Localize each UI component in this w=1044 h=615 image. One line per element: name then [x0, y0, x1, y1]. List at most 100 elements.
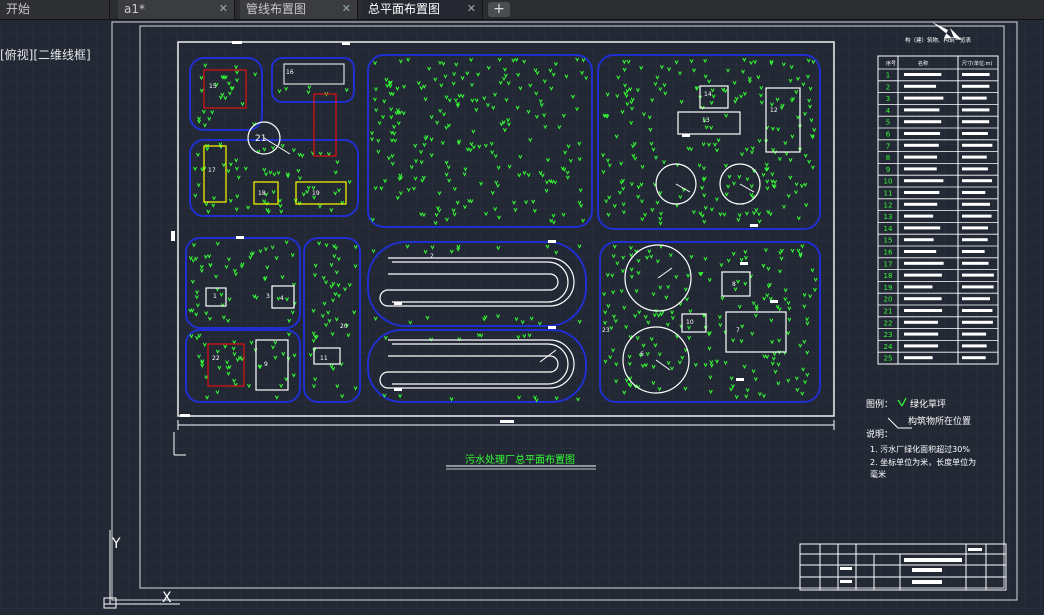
- tab-pipeline-layout[interactable]: 管线布置图 ✕: [240, 0, 358, 19]
- table-cell-text: [962, 238, 988, 242]
- table-cell-text: [962, 132, 988, 135]
- tag: [682, 134, 690, 137]
- table-cell-text: [962, 214, 992, 218]
- table-cell-text: [904, 214, 934, 218]
- plus-icon: +: [493, 1, 505, 17]
- note-line: 毫米: [870, 469, 886, 479]
- tag: [736, 378, 744, 381]
- tab-start-label: 开始: [6, 2, 31, 16]
- table-cell-text: [904, 143, 939, 147]
- table-row-number: 6: [886, 131, 891, 139]
- note-line: 2. 坐标单位为米，长度单位为: [870, 457, 976, 467]
- legend-heading: 图例：: [866, 398, 893, 410]
- table-cell-text: [962, 261, 989, 265]
- table-row-number: 14: [884, 225, 893, 233]
- table-cell-text: [904, 202, 938, 206]
- table-row-number: 12: [884, 201, 893, 209]
- table-cell-text: [904, 285, 933, 289]
- table-cell-text: [904, 226, 941, 230]
- tab-start[interactable]: 开始: [0, 0, 110, 19]
- label-15: 15: [209, 83, 217, 90]
- label-23: 23: [602, 327, 610, 334]
- table-cell-text: [904, 167, 937, 171]
- table-cell-text: [962, 344, 987, 348]
- table-cell-text: [962, 143, 993, 147]
- table-cell-text: [904, 155, 938, 159]
- tag: [180, 414, 190, 417]
- table-header: 构（建）筑物、构筑一览表: [905, 36, 972, 44]
- label-18: 18: [258, 190, 266, 197]
- table-cell-text: [962, 273, 994, 277]
- tag: [232, 41, 242, 44]
- tab-site-plan-label: 总平面布置图: [368, 2, 441, 16]
- tb-text: [968, 548, 982, 551]
- table-row-number: 3: [886, 95, 890, 103]
- table-cell-text: [962, 84, 990, 88]
- table-cell-text: [904, 179, 944, 183]
- table-row-number: 17: [884, 260, 893, 268]
- table-cell-text: [904, 108, 940, 112]
- ucs-y-label: Y: [111, 536, 121, 552]
- table-row-number: 15: [884, 237, 893, 245]
- table-cell-text: [962, 297, 991, 301]
- table-row-number: 19: [884, 284, 893, 292]
- label-9: 9: [264, 361, 268, 368]
- table-cell-text: [962, 202, 990, 206]
- table-row-number: 22: [884, 319, 893, 327]
- table-row-number: 24: [884, 343, 893, 351]
- table-cell-text: [904, 344, 939, 348]
- table-row-number: 13: [884, 213, 893, 221]
- table-col-header: 名称: [918, 60, 928, 67]
- tab-a1[interactable]: a1* ✕: [118, 0, 235, 19]
- table-row-number: 8: [886, 154, 890, 162]
- table-col-header: 尺寸(单位:m): [962, 60, 993, 67]
- table-row-number: 4: [886, 107, 891, 115]
- legend-building-label: 构筑物所在位置: [908, 415, 971, 427]
- label-14: 14: [704, 91, 712, 98]
- tag: [548, 240, 556, 243]
- table-cell-text: [904, 238, 934, 242]
- drawing-canvas[interactable]: 15 16 21 17 18 19 20 14 13 12 1 3 8 4 2 …: [0, 20, 1044, 611]
- table-row-number: 16: [884, 249, 893, 257]
- label-12: 12: [770, 107, 778, 114]
- notes-heading: 说明：: [866, 428, 893, 440]
- table-cell-text: [904, 273, 942, 277]
- table-cell-text: [904, 73, 942, 76]
- table-row-number: 10: [884, 178, 893, 186]
- tb-text: [840, 580, 852, 583]
- table-cell-text: [962, 108, 990, 112]
- close-icon[interactable]: ✕: [342, 0, 351, 18]
- tb-text: [912, 580, 942, 584]
- close-icon[interactable]: ✕: [219, 0, 228, 18]
- viewport-control-label[interactable]: [俯视][二维线框]: [0, 46, 91, 63]
- legend-green-label: 绿化草坪: [910, 398, 946, 410]
- table-cell-text: [962, 167, 988, 171]
- tab-site-plan[interactable]: 总平面布置图 ✕: [362, 0, 483, 19]
- tab-a1-label: a1*: [124, 2, 145, 16]
- table-row-number: 2: [886, 83, 890, 91]
- label-4: 4: [280, 295, 284, 302]
- table-row-number: 7: [886, 142, 890, 150]
- drawing-svg: 15 16 21 17 18 19 20 14 13 12 1 3 8 4 2 …: [0, 20, 1044, 611]
- tb-text: [912, 568, 942, 572]
- note-line: 1. 污水厂绿化面积超过30%: [870, 444, 970, 454]
- table-cell-text: [904, 261, 944, 265]
- table-row-number: 25: [884, 355, 893, 363]
- label-21: 21: [255, 134, 266, 144]
- table-row-number: 1: [886, 72, 890, 80]
- tab-bar: 开始 a1* ✕ 管线布置图 ✕ 总平面布置图 ✕ +: [0, 0, 1044, 20]
- table-row-number: 9: [886, 166, 890, 174]
- table-cell-text: [904, 96, 944, 100]
- label-16: 16: [286, 69, 294, 76]
- ucs-x-label: X: [162, 590, 172, 606]
- tag: [171, 231, 175, 241]
- table-row-number: 20: [884, 296, 893, 304]
- table-cell-text: [904, 332, 939, 336]
- table-row-number: 18: [884, 272, 893, 280]
- label-10: 10: [686, 319, 694, 326]
- tag: [740, 262, 748, 265]
- add-tab-button[interactable]: +: [488, 2, 510, 17]
- close-icon[interactable]: ✕: [467, 0, 476, 18]
- label-11: 11: [320, 355, 328, 362]
- tag: [342, 42, 350, 45]
